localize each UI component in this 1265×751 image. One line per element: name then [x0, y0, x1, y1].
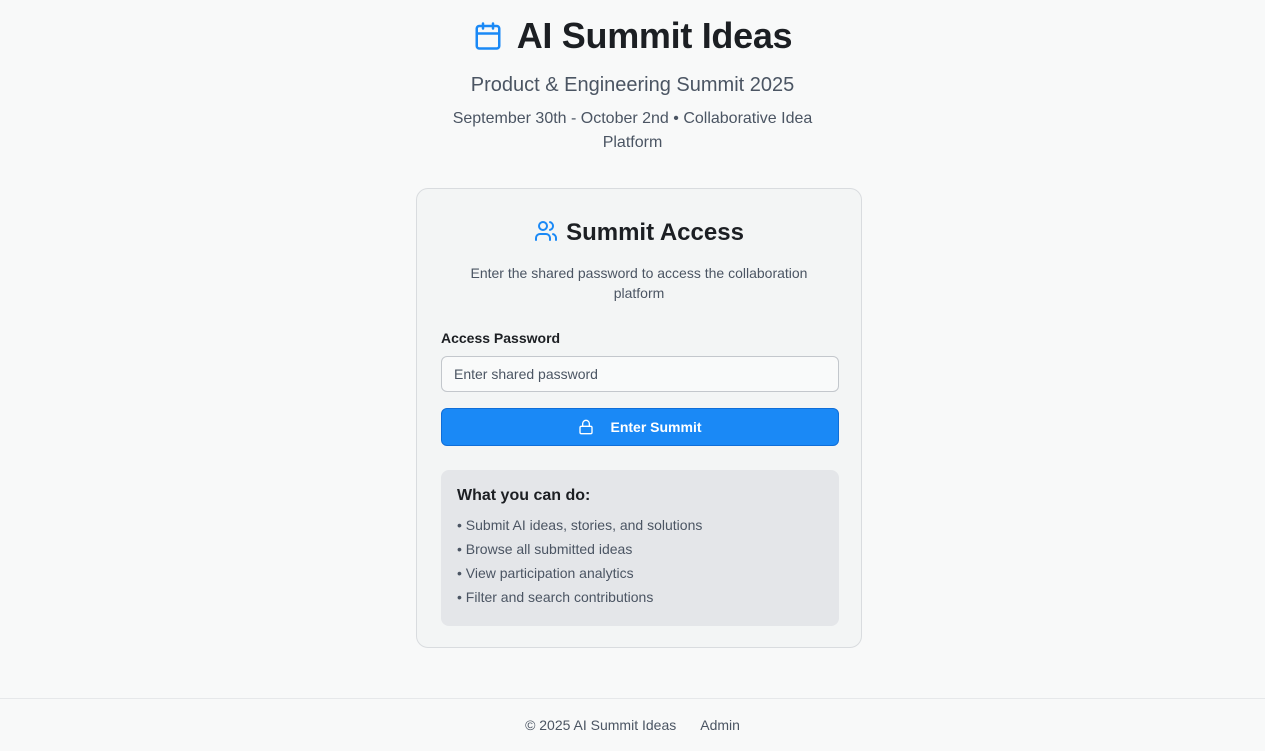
- app-title: AI Summit Ideas: [516, 15, 793, 56]
- summit-dates: September 30th - October 2nd • Collabora…: [452, 110, 813, 151]
- card-title-row: Summit Access: [441, 217, 837, 249]
- lock-icon: [578, 419, 594, 435]
- page-header: AI Summit Ideas Product & Engineering Su…: [0, 0, 1265, 155]
- page-footer: © 2025 AI Summit Ideas Admin: [0, 698, 1265, 751]
- access-card: Summit Access Enter the shared password …: [416, 188, 862, 648]
- capabilities-box: What you can do: • Submit AI ideas, stor…: [441, 470, 839, 626]
- card-description: Enter the shared password to access the …: [470, 265, 808, 301]
- list-item: • Filter and search contributions: [457, 589, 654, 605]
- calendar-icon: [473, 20, 503, 52]
- capabilities-list: • Submit AI ideas, stories, and solution…: [457, 513, 823, 609]
- copyright-text: © 2025 AI Summit Ideas: [525, 717, 677, 733]
- list-item: • Browse all submitted ideas: [457, 541, 633, 557]
- capabilities-title: What you can do:: [457, 487, 591, 504]
- admin-link[interactable]: Admin: [700, 717, 740, 733]
- card-title: Summit Access: [566, 219, 744, 246]
- enter-summit-label: Enter Summit: [610, 419, 702, 435]
- users-icon: [534, 219, 558, 248]
- list-item: • Submit AI ideas, stories, and solution…: [457, 517, 703, 533]
- password-label: Access Password: [441, 330, 561, 346]
- title-row: AI Summit Ideas: [0, 14, 1265, 58]
- summit-subtitle: Product & Engineering Summit 2025: [470, 74, 795, 96]
- enter-summit-button[interactable]: Enter Summit: [441, 408, 839, 446]
- password-input[interactable]: [441, 356, 839, 392]
- list-item: • View participation analytics: [457, 565, 634, 581]
